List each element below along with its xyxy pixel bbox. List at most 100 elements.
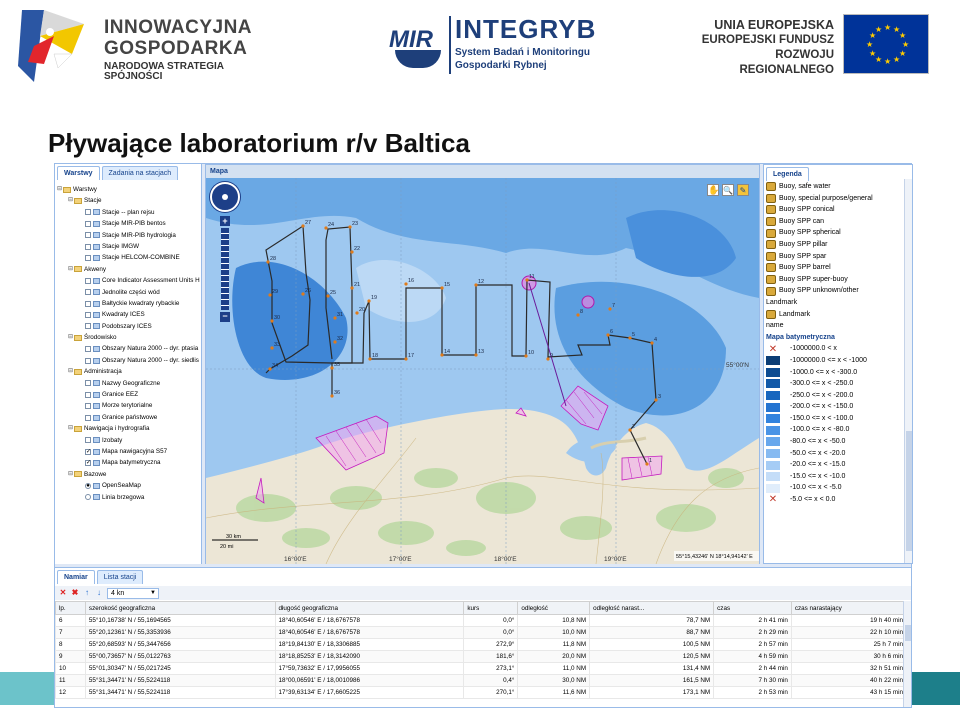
tree-layer[interactable]: Obszary Natura 2000 -- dyr. ptasia <box>57 343 200 354</box>
tree-layer[interactable]: Stacje MIR-PIB bentos <box>57 218 200 229</box>
tree-layer[interactable]: ● OpenSeaMap <box>57 480 200 491</box>
eu-flag-icon: ★ ★ ★ ★ ★ ★ ★ ★ ★ ★ ★ ★ <box>843 14 929 74</box>
measure-tool-icon[interactable]: ✎ <box>737 184 749 196</box>
layer-checkbox[interactable]: ✓ <box>85 448 91 455</box>
layer-checkbox[interactable] <box>85 289 91 296</box>
tree-layer[interactable]: Stacje -- plan rejsu <box>57 207 200 218</box>
arrow-down-icon[interactable]: ↓ <box>95 589 103 597</box>
column-header[interactable]: szerokość geograficzna <box>84 601 276 615</box>
tree-layer[interactable]: Granice państwowe <box>57 412 200 423</box>
layer-checkbox[interactable] <box>85 300 91 307</box>
tree-layer[interactable]: Jednolite części wód <box>57 287 200 298</box>
tree-layer[interactable]: Stacje MIR-PIB hydrologia <box>57 230 200 241</box>
zoom-box-tool-icon[interactable]: 🔍 <box>722 184 734 196</box>
column-header[interactable]: odległość <box>517 601 591 615</box>
tree-label: Stacje <box>84 197 102 205</box>
layer-checkbox[interactable] <box>85 391 91 398</box>
radio-button[interactable] <box>85 494 91 501</box>
zoom-slider[interactable] <box>221 228 229 310</box>
layer-checkbox[interactable] <box>85 346 91 353</box>
tree-layer[interactable]: Obszary Natura 2000 -- dyr. siedlis <box>57 355 200 366</box>
tree-folder[interactable]: ⊟ Warstwy <box>57 184 200 195</box>
layer-checkbox[interactable] <box>85 277 91 284</box>
table-row[interactable]: 11 55°31,34471' N / 55,5224118 18°00,06591… <box>55 674 908 687</box>
tree-folder[interactable]: ⊟ Akweny <box>57 264 200 275</box>
table-scroll-thumb[interactable] <box>905 625 911 641</box>
tree-folder[interactable]: ⊟ Nawigacja i hydrografia <box>57 423 200 434</box>
layer-checkbox[interactable]: ✓ <box>85 460 91 467</box>
tree-layer[interactable]: Podobszary ICES <box>57 321 200 332</box>
tab-zadania[interactable]: Zadania na stacjach <box>101 166 179 180</box>
legend-scrollbar[interactable] <box>904 179 912 563</box>
layer-checkbox[interactable] <box>85 380 91 387</box>
tree-layer[interactable]: Linia brzegowa <box>57 492 200 503</box>
station-label: 16 <box>408 278 414 284</box>
layer-checkbox[interactable] <box>85 414 91 421</box>
station-label: 8 <box>580 309 583 315</box>
table-row[interactable]: 7 55°20,12361' N / 55,3353936 18°40,60546'… <box>55 626 908 639</box>
layer-checkbox[interactable] <box>85 403 91 410</box>
tree-layer[interactable]: Granice EEZ <box>57 389 200 400</box>
table-row[interactable]: 9 55°00,73657' N / 55,0122763 18°18,85253'… <box>55 650 908 663</box>
tree-layer[interactable]: Stacje IMGW <box>57 241 200 252</box>
layer-checkbox[interactable] <box>85 357 91 364</box>
column-header[interactable]: odległość narast... <box>589 601 715 615</box>
layer-checkbox[interactable] <box>85 209 91 216</box>
layer-checkbox[interactable] <box>85 220 91 227</box>
speed-select[interactable]: 4 kn ▼ <box>107 587 159 599</box>
tab-legenda[interactable]: Legenda <box>766 167 809 181</box>
table-row[interactable]: 12 55°31,34471' N / 55,5224118 17°39,63134… <box>55 686 908 699</box>
layer-checkbox[interactable] <box>85 437 91 444</box>
tree-layer[interactable]: Core Indicator Assessment Units H <box>57 275 200 286</box>
table-row[interactable]: 6 55°10,16738' N / 55,1694565 18°40,60546'… <box>55 614 908 627</box>
tree-layer[interactable]: Kwadraty ICES <box>57 309 200 320</box>
legend-scroll-thumb[interactable] <box>906 431 912 551</box>
tree-folder[interactable]: ⊟ Administracja <box>57 366 200 377</box>
tree-folder[interactable]: ⊟ Bazowe <box>57 469 200 480</box>
column-header[interactable]: czas <box>713 601 792 615</box>
delete-all-icon[interactable]: ✖ <box>71 589 79 597</box>
legend-list: Buoy, safe water Buoy, special purpose/ge… <box>766 181 908 561</box>
table-scrollbar[interactable] <box>903 601 911 707</box>
map-canvas[interactable]: 1 2 3 4 5 6 7 8 9 10 11 12 13 14 15 16 17 18 19 20 21 22 23 24 2… <box>206 178 759 564</box>
tree-layer[interactable]: ✓ Mapa batymetryczna <box>57 457 200 468</box>
layers-tabs: Warstwy Zadania na stacjach <box>57 166 180 180</box>
tree-layer[interactable]: Nazwy Geograficzne <box>57 378 200 389</box>
pan-control[interactable] <box>210 182 240 212</box>
zoom-out-button[interactable]: − <box>220 312 230 322</box>
pan-tool-icon[interactable]: ✋ <box>707 184 719 196</box>
tree-layer[interactable]: Stacje HELCOM-COMBINE <box>57 252 200 263</box>
column-header[interactable]: lp. <box>55 601 86 615</box>
tab-namiar[interactable]: Namiar <box>57 570 95 584</box>
table-row[interactable]: 8 55°20,68593' N / 55,3447656 18°19,84130'… <box>55 638 908 651</box>
table-row[interactable]: 10 55°01,30347' N / 55,0217245 17°59,73632… <box>55 662 908 675</box>
layer-checkbox[interactable] <box>85 232 91 239</box>
column-header[interactable]: kurs <box>463 601 519 615</box>
column-header[interactable]: długość geograficzna <box>274 601 465 615</box>
layer-icon <box>93 346 100 353</box>
tree-layer[interactable]: Izobaty <box>57 435 200 446</box>
tree-label: Mapa nawigacyjna S57 <box>102 447 168 455</box>
table-cell: 11 <box>55 674 86 687</box>
delete-icon[interactable]: ✕ <box>59 589 67 597</box>
tree-label: Podobszary ICES <box>102 322 152 330</box>
layer-checkbox[interactable] <box>85 255 91 262</box>
layer-checkbox[interactable] <box>85 311 91 318</box>
map-svg[interactable]: 1234567891011121314151617181920212223242… <box>206 178 759 564</box>
layer-checkbox[interactable] <box>85 323 91 330</box>
zoom-in-button[interactable]: + <box>220 216 230 226</box>
column-header[interactable]: czas narastający <box>790 601 908 615</box>
tree-folder[interactable]: ⊟ Stacje <box>57 195 200 206</box>
tree-folder[interactable]: ⊟ Środowisko <box>57 332 200 343</box>
tree-layer[interactable]: Bałtyckie kwadraty rybackie <box>57 298 200 309</box>
arrow-up-icon[interactable]: ↑ <box>83 589 91 597</box>
tree-layer[interactable]: ✓ Mapa nawigacyjna S57 <box>57 446 200 457</box>
table-cell: 6 <box>55 614 86 627</box>
radio-button[interactable]: ● <box>85 482 91 489</box>
bottom-tabs: Namiar Lista stacji <box>57 570 145 584</box>
tab-lista-stacji[interactable]: Lista stacji <box>96 570 144 584</box>
logo-line-1: INNOWACYJNA <box>104 17 253 38</box>
tree-layer[interactable]: Morze terytorialne <box>57 400 200 411</box>
layer-checkbox[interactable] <box>85 243 91 250</box>
tab-warstwy[interactable]: Warstwy <box>57 166 100 180</box>
